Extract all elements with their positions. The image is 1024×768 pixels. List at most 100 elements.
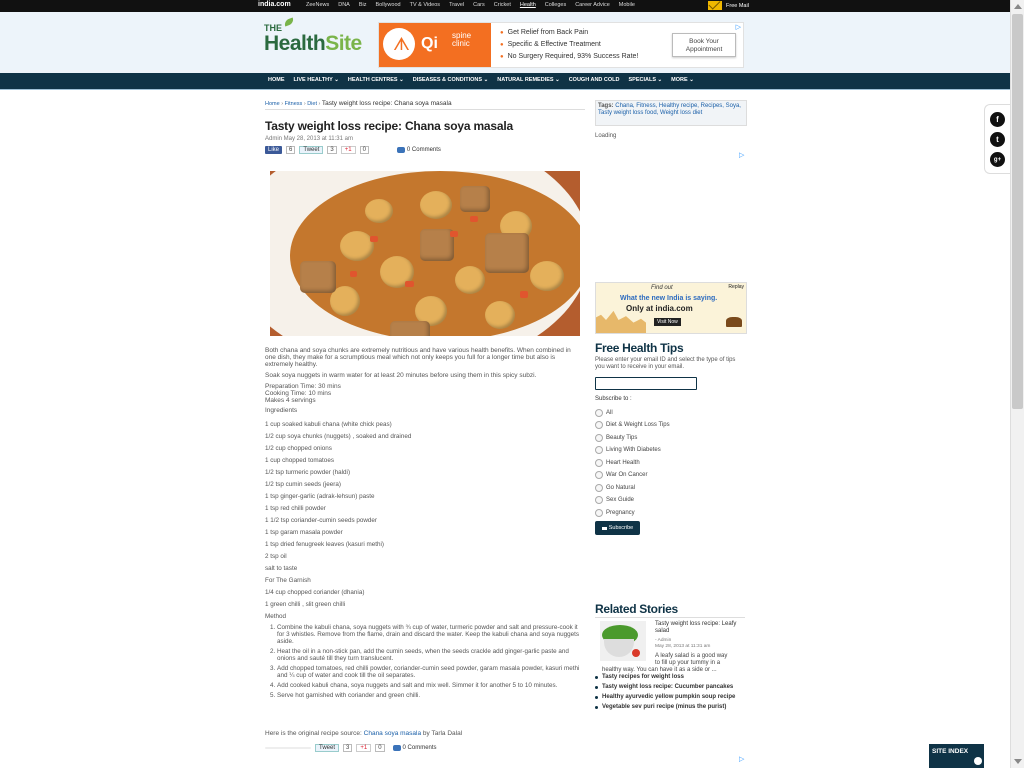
nav-cough-and-cold[interactable]: COUGH AND COLD [569, 77, 620, 83]
book-appointment-button[interactable]: Book Your Appointment [672, 33, 736, 57]
tags-box: Tags: Chana, Fitness, Healthy recipe, Re… [595, 100, 747, 126]
site-logo[interactable]: THE HealthSite [264, 17, 374, 65]
option-pregnancy[interactable]: Pregnancy [595, 509, 635, 517]
tweet-button-bottom[interactable]: Tweet [315, 744, 340, 752]
top-link-health[interactable]: Health [520, 2, 536, 8]
site-index-button[interactable]: SITE INDEX [929, 744, 984, 768]
ingredient-item: 1 tsp dried fenugreek leaves (kasuri met… [265, 541, 384, 548]
ingredient-item: 1 green chilli , slit green chilli [265, 601, 346, 608]
scroll-thumb[interactable] [1012, 14, 1023, 409]
radio-button[interactable] [595, 421, 603, 429]
subscribe-button[interactable]: Subscribe [595, 521, 640, 535]
tweet-count-bottom: 3 [343, 744, 353, 752]
visit-now-button[interactable]: Visit Now [654, 318, 681, 326]
nav-more[interactable]: MORE ⌄ [671, 77, 694, 83]
gplus-button[interactable]: +1 [340, 146, 356, 154]
source-link[interactable]: Chana soya masala [364, 730, 421, 737]
option-sex-guide[interactable]: Sex Guide [595, 496, 634, 504]
header-ad-banner[interactable]: Qi spineclinic Get Relief from Back Pain… [378, 22, 744, 68]
method-steps: Combine the kabuli chana, soya nuggets w… [277, 624, 583, 699]
tags-list[interactable]: Chana, Fitness, Healthy recipe, Recipes,… [598, 103, 741, 116]
adchoices-icon[interactable]: ▷ [736, 23, 741, 31]
india-com-logo[interactable]: india.com [258, 1, 291, 8]
comments-link-bottom[interactable]: 0 Comments [392, 745, 437, 751]
spine-figure-icon [383, 28, 415, 60]
top-link-travel[interactable]: Travel [449, 2, 464, 8]
radio-button[interactable] [595, 484, 603, 492]
option-go-natural[interactable]: Go Natural [595, 484, 635, 492]
top-link-cars[interactable]: Cars [473, 2, 485, 8]
related-story-title[interactable]: Tasty weight loss recipe: Leafy salad [655, 621, 745, 635]
gplus-icon[interactable]: g+ [990, 152, 1005, 167]
top-link-mobile[interactable]: Mobile [619, 2, 635, 8]
facebook-like-button-bottom[interactable] [265, 747, 311, 749]
option-beauty[interactable]: Beauty Tips [595, 434, 637, 442]
method-section: Method Combine the kabuli chana, soya nu… [265, 613, 583, 702]
top-link-colleges[interactable]: Colleges [545, 2, 566, 8]
article-title: Tasty weight loss recipe: Chana soya mas… [265, 119, 513, 133]
twitter-icon[interactable]: t [990, 132, 1005, 147]
breadcrumb-diet[interactable]: Diet [307, 101, 317, 107]
nav-natural-remedies[interactable]: NATURAL REMEDIES ⌄ [497, 77, 559, 83]
top-link-dna[interactable]: DNA [338, 2, 350, 8]
main-nav: HOME LIVE HEALTHY ⌄ HEALTH CENTRES ⌄ DIS… [0, 73, 1024, 90]
radio-button[interactable] [595, 446, 603, 454]
related-story-link[interactable]: Vegetable sev puri recipe (minus the pur… [595, 704, 745, 711]
top-links: ZeeNews DNA Biz Bollywood TV & Videos Tr… [306, 2, 635, 8]
facebook-like-button[interactable]: Like [265, 146, 283, 154]
related-desc-line: to fill up your tummy in a [655, 660, 721, 666]
related-story-meta: - Admin May 28, 2013 at 11:31 am [655, 638, 710, 649]
subscribe-label: Subscribe [608, 525, 634, 531]
top-link-biz[interactable]: Biz [359, 2, 367, 8]
article-meta: Admin May 28, 2013 at 11:31 am [265, 136, 353, 142]
option-war-on-cancer[interactable]: War On Cancer [595, 471, 647, 479]
radio-button[interactable] [595, 434, 603, 442]
tweet-button[interactable]: Tweet [299, 146, 324, 154]
facebook-icon[interactable]: f [990, 112, 1005, 127]
tweet-count: 3 [327, 146, 337, 154]
comments-link[interactable]: 0 Comments [396, 147, 441, 153]
breadcrumb-fitness[interactable]: Fitness [285, 101, 303, 107]
adchoices-icon[interactable]: ▷ [739, 151, 744, 159]
option-all[interactable]: All [595, 409, 613, 417]
replay-button[interactable]: Replay [728, 284, 744, 290]
top-link-cricket[interactable]: Cricket [494, 2, 511, 8]
option-heart-health[interactable]: Heart Health [595, 459, 640, 467]
free-mail-link[interactable]: Free Mail [708, 1, 749, 10]
method-step: Combine the kabuli chana, soya nuggets w… [277, 624, 583, 645]
ingredient-item: 2 tsp oil [265, 553, 287, 560]
gplus-button-bottom[interactable]: +1 [356, 744, 372, 752]
related-story-link[interactable]: Healthy ayurvedic yellow pumpkin soup re… [595, 694, 745, 701]
option-diabetes[interactable]: Living With Diabetes [595, 446, 661, 454]
related-story-link[interactable]: Tasty recipes for weight loss [595, 674, 745, 681]
top-bar: india.com ZeeNews DNA Biz Bollywood TV &… [0, 0, 1024, 12]
radio-button[interactable] [595, 409, 603, 417]
india-com-ad[interactable]: Find out What the new India is saying. O… [595, 282, 747, 334]
nav-diseases-conditions[interactable]: DISEASES & CONDITIONS ⌄ [413, 77, 489, 83]
option-label: War On Cancer [606, 472, 648, 478]
radio-button[interactable] [595, 459, 603, 467]
facebook-like-label: Like [268, 147, 280, 153]
top-link-career-advice[interactable]: Career Advice [575, 2, 610, 8]
top-link-bollywood[interactable]: Bollywood [376, 2, 401, 8]
breadcrumb-home[interactable]: Home [265, 101, 280, 107]
scroll-down-arrow-icon[interactable] [1014, 759, 1022, 764]
radio-button[interactable] [595, 496, 603, 504]
radio-button[interactable] [595, 509, 603, 517]
ingredient-item: 1 cup soaked kabuli chana (white chick p… [265, 421, 392, 428]
nav-specials[interactable]: SPECIALS ⌄ [629, 77, 663, 83]
gplus-count: 0 [359, 146, 369, 154]
radio-button[interactable] [595, 471, 603, 479]
option-label: Go Natural [606, 485, 636, 491]
option-diet-weight-loss[interactable]: Diet & Weight Loss Tips [595, 421, 670, 429]
nav-live-healthy[interactable]: LIVE HEALTHY ⌄ [294, 77, 339, 83]
top-link-zeenews[interactable]: ZeeNews [306, 2, 329, 8]
scroll-up-arrow-icon[interactable] [1014, 4, 1022, 9]
page-scrollbar[interactable] [1010, 0, 1024, 768]
nav-home[interactable]: HOME [268, 77, 285, 83]
adchoices-icon[interactable]: ▷ [739, 755, 744, 763]
nav-health-centres[interactable]: HEALTH CENTRES ⌄ [348, 77, 404, 83]
related-story-link[interactable]: Tasty weight loss recipe: Cucumber panca… [595, 684, 745, 691]
top-link-tv-videos[interactable]: TV & Videos [410, 2, 440, 8]
email-field[interactable] [595, 377, 697, 390]
